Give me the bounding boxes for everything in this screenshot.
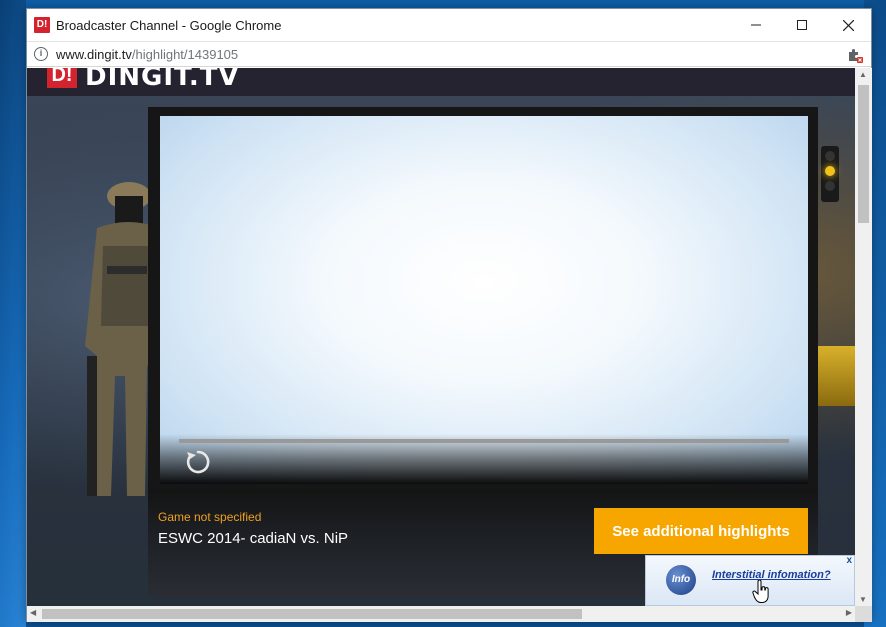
dingit-app-icon: D! (34, 17, 50, 33)
window-title: Broadcaster Channel - Google Chrome (56, 17, 282, 33)
ad-close-button[interactable]: x (846, 555, 852, 566)
taxi-artwork (815, 346, 855, 406)
url-text[interactable]: www.dingit.tv/highlight/1439105 (56, 47, 238, 62)
close-button[interactable] (825, 9, 871, 41)
close-icon (842, 19, 854, 31)
video-player[interactable] (160, 116, 808, 484)
desktop-background-left (0, 0, 26, 627)
interstitial-info-link[interactable]: Interstitial infomation? (712, 569, 831, 581)
scroll-right-arrow-icon[interactable]: ▶ (846, 608, 852, 617)
vertical-scrollbar[interactable]: ▲ ▼ (855, 68, 872, 606)
site-header: D! DINGIT.TV (27, 68, 855, 96)
highlight-player-panel: Game not specified ESWC 2014- cadiaN vs.… (148, 107, 818, 597)
address-bar[interactable]: i www.dingit.tv/highlight/1439105 (27, 41, 871, 67)
scroll-up-arrow-icon[interactable]: ▲ (859, 70, 867, 79)
traffic-light-artwork (821, 146, 839, 202)
site-info-icon[interactable]: i (34, 47, 48, 61)
window-controls (733, 9, 871, 41)
maximize-button[interactable] (779, 9, 825, 41)
url-path: /highlight/1439105 (131, 46, 239, 62)
extension-puzzle-icon[interactable] (847, 47, 863, 63)
match-title: ESWC 2014- cadiaN vs. NiP (158, 530, 349, 547)
video-progress-bar[interactable] (179, 439, 789, 443)
scroll-down-arrow-icon[interactable]: ▼ (859, 595, 867, 604)
see-additional-highlights-button[interactable]: See additional highlights (594, 508, 808, 554)
url-host: www.dingit.tv (56, 46, 132, 62)
interstitial-ad-popup[interactable]: x Info Interstitial infomation? (645, 555, 855, 606)
minimize-icon (751, 24, 761, 26)
dingit-logo-mark[interactable]: D! (47, 68, 77, 88)
maximize-icon (797, 20, 807, 30)
info-ad-icon[interactable]: Info (666, 565, 696, 595)
title-bar[interactable]: D! Broadcaster Channel - Google Chrome (27, 9, 871, 41)
scrollbar-corner (855, 606, 872, 622)
video-controls-overlay (160, 434, 808, 484)
hand-cursor-icon (752, 580, 769, 603)
replay-icon[interactable] (184, 448, 212, 476)
browser-window: D! Broadcaster Channel - Google Chrome i… (26, 8, 872, 622)
horizontal-scrollbar[interactable]: ◀ ▶ (27, 606, 855, 622)
dingit-logo-text[interactable]: DINGIT.TV (85, 68, 240, 92)
horizontal-scroll-thumb[interactable] (42, 609, 582, 619)
page-viewport: D! DINGIT.TV Game not specified ESWC 201… (27, 68, 855, 606)
minimize-button[interactable] (733, 9, 779, 41)
game-label: Game not specified (158, 510, 262, 524)
vertical-scroll-thumb[interactable] (858, 85, 869, 223)
scroll-left-arrow-icon[interactable]: ◀ (30, 608, 36, 617)
